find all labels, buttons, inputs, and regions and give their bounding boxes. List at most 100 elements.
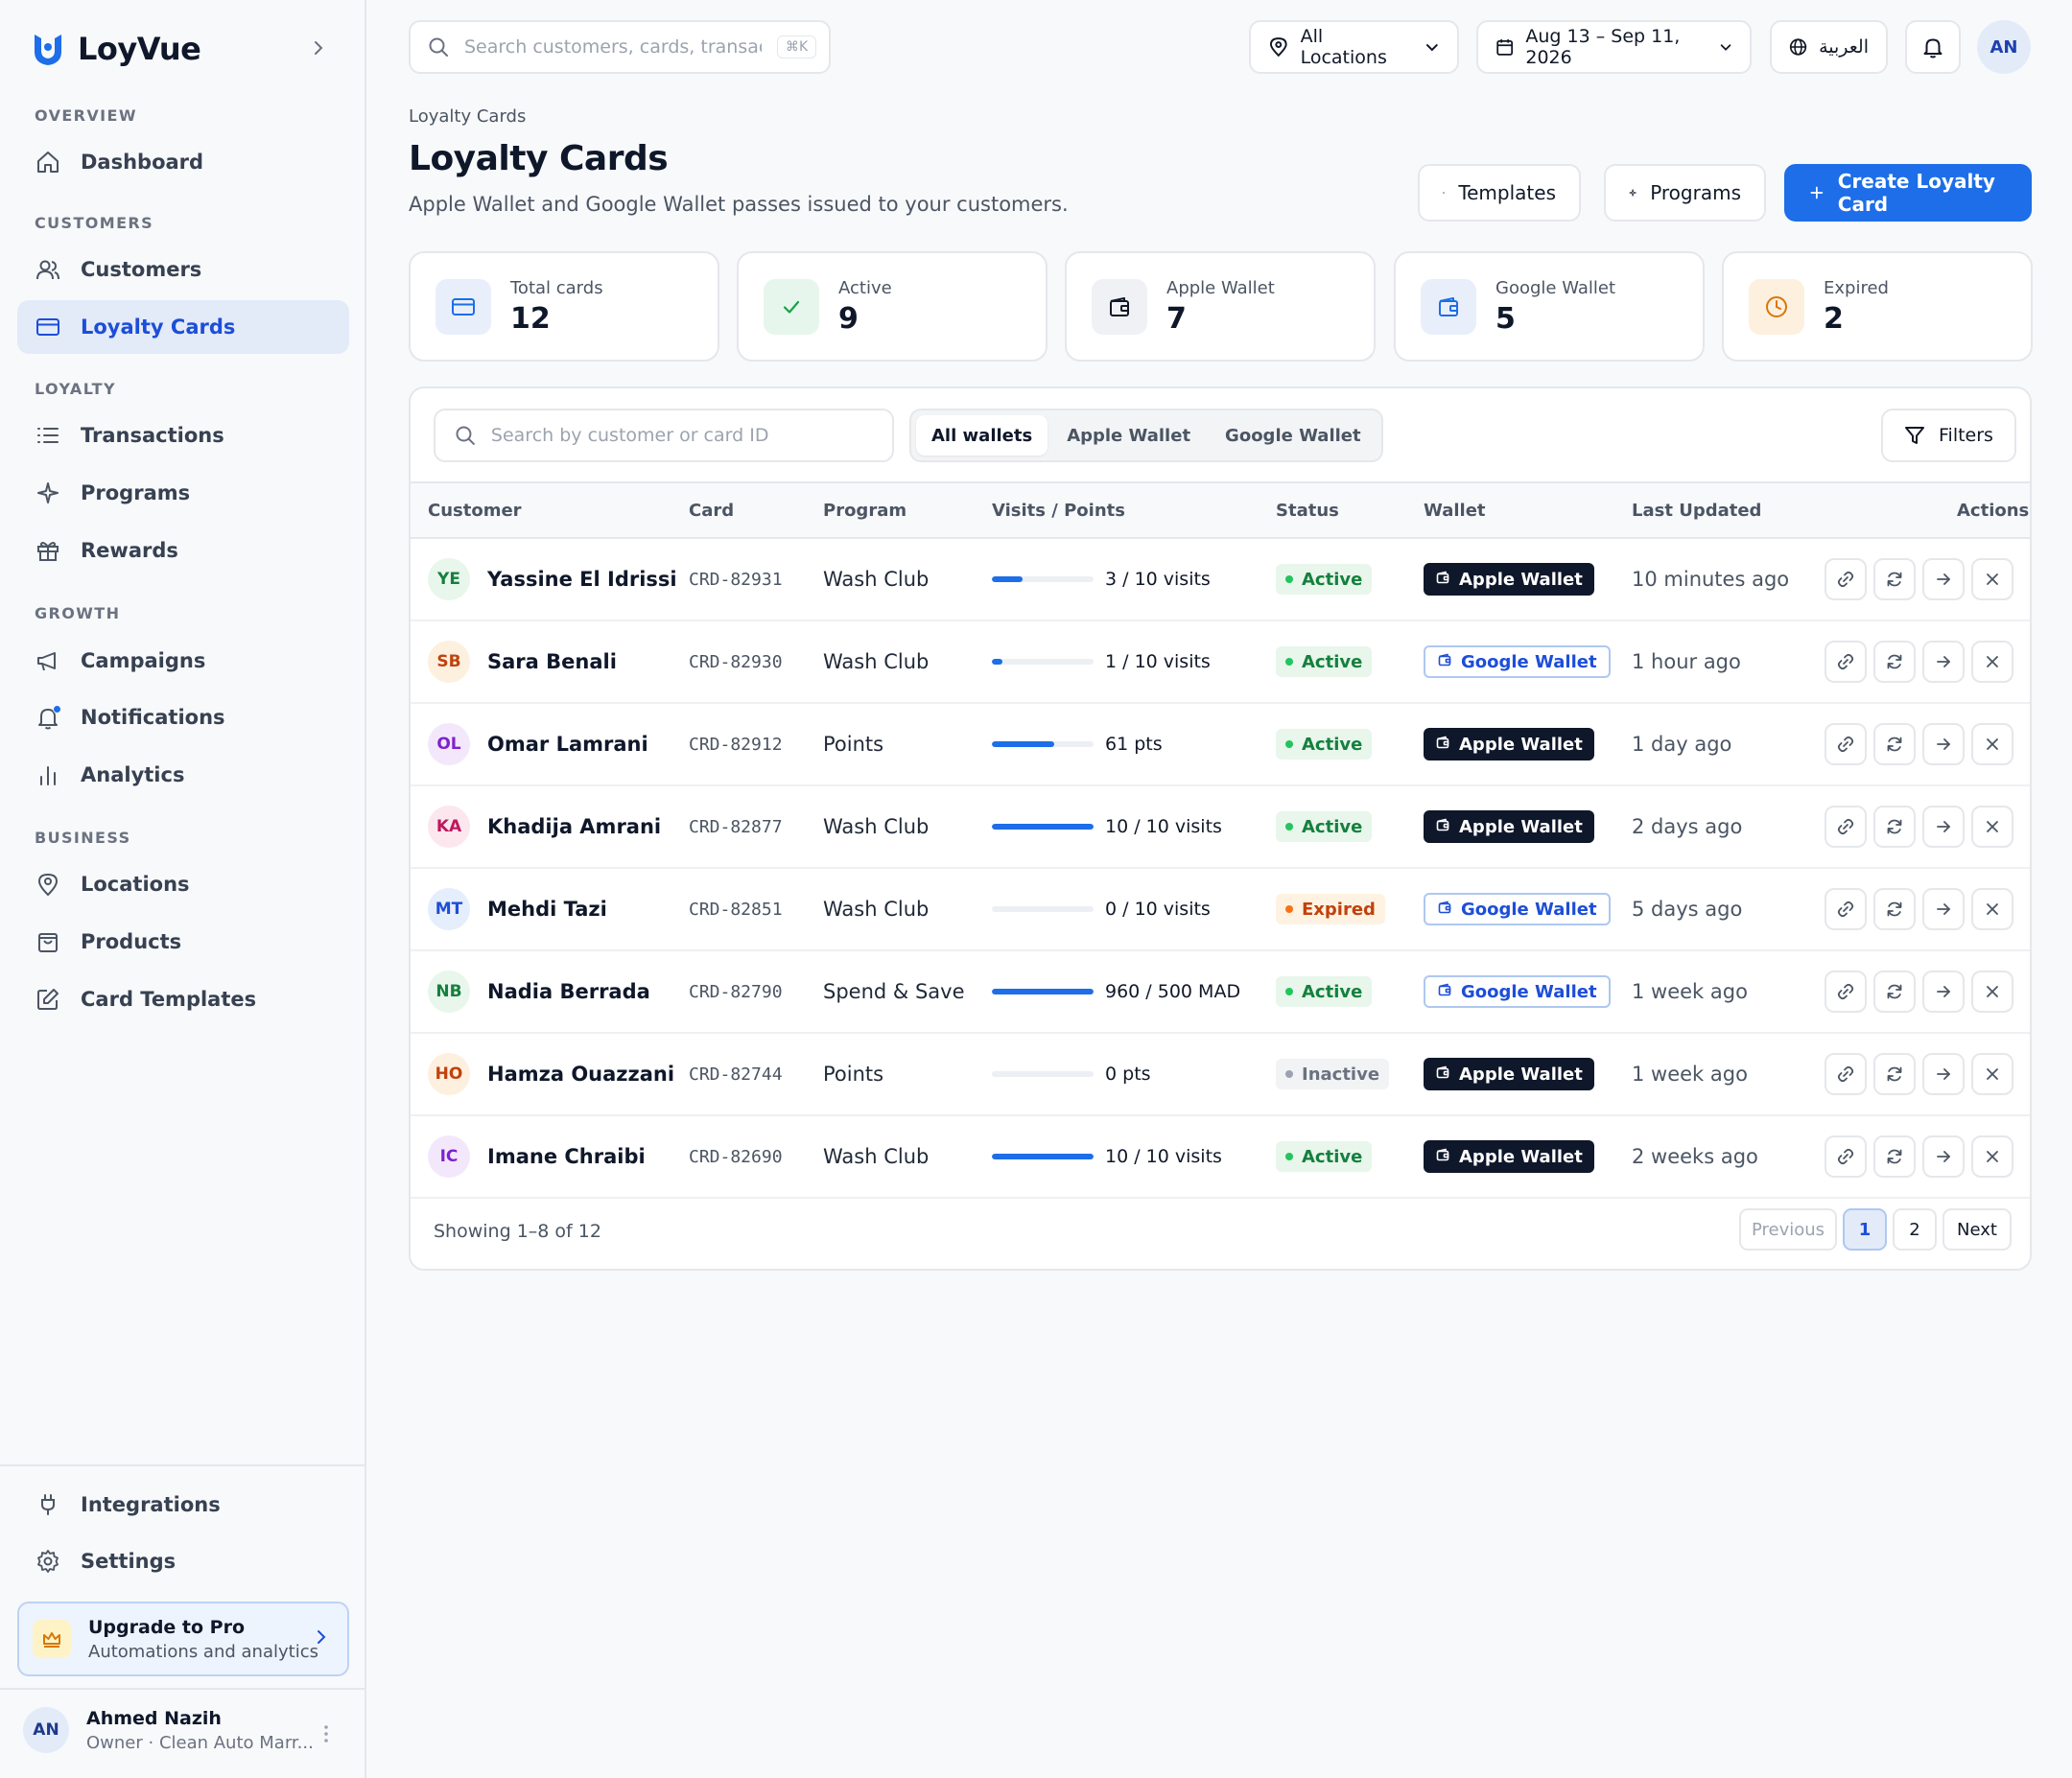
- status-label: Active: [1302, 734, 1363, 755]
- revoke-card-button[interactable]: [1971, 806, 2013, 848]
- more-vertical-icon[interactable]: [320, 1722, 332, 1745]
- revoke-card-button[interactable]: [1971, 971, 2013, 1013]
- segment-apple-wallet[interactable]: Apple Wallet: [1051, 415, 1206, 456]
- last-updated: 2 days ago: [1632, 815, 1743, 838]
- global-search[interactable]: ⌘K: [409, 20, 831, 74]
- sidebar-item-dashboard[interactable]: Dashboard: [17, 135, 349, 189]
- sidebar-item-loyalty-cards[interactable]: Loyalty Cards: [17, 300, 349, 354]
- sidebar-item-card-templates[interactable]: Card Templates: [17, 972, 349, 1026]
- copy-link-button[interactable]: [1825, 1135, 1867, 1178]
- table-row[interactable]: KA Khadija Amrani CRD-82877 Wash Club 10…: [411, 786, 2030, 869]
- global-search-input[interactable]: [464, 36, 762, 58]
- sidebar-item-notifications[interactable]: Notifications: [17, 690, 349, 744]
- customer-name[interactable]: Nadia Berrada: [487, 980, 650, 1003]
- column-customer[interactable]: Customer: [428, 501, 522, 521]
- refresh-pass-button[interactable]: [1873, 558, 1916, 600]
- column-status[interactable]: Status: [1276, 501, 1339, 521]
- revoke-card-button[interactable]: [1971, 558, 2013, 600]
- open-card-button[interactable]: [1922, 558, 1965, 600]
- table-row[interactable]: SB Sara Benali CRD-82930 Wash Club 1 / 1…: [411, 621, 2030, 704]
- gift-icon: [35, 537, 61, 564]
- customer-name[interactable]: Imane Chraibi: [487, 1145, 646, 1168]
- customer-name[interactable]: Omar Lamrani: [487, 733, 648, 756]
- copy-link-button[interactable]: [1825, 971, 1867, 1013]
- revoke-card-button[interactable]: [1971, 888, 2013, 930]
- location-select[interactable]: All Locations: [1249, 20, 1459, 74]
- revoke-card-button[interactable]: [1971, 641, 2013, 683]
- open-card-button[interactable]: [1922, 1053, 1965, 1095]
- open-card-button[interactable]: [1922, 641, 1965, 683]
- upgrade-card[interactable]: Upgrade to Pro Automations and analytics: [17, 1602, 349, 1676]
- copy-link-button[interactable]: [1825, 558, 1867, 600]
- table-row[interactable]: IC Imane Chraibi CRD-82690 Wash Club 10 …: [411, 1116, 2030, 1199]
- copy-link-button[interactable]: [1825, 806, 1867, 848]
- language-button[interactable]: العربية: [1770, 20, 1888, 74]
- brand[interactable]: LoyVue: [32, 29, 201, 69]
- open-card-button[interactable]: [1922, 971, 1965, 1013]
- sidebar-item-campaigns[interactable]: Campaigns: [17, 634, 349, 688]
- customer-name[interactable]: Sara Benali: [487, 650, 617, 673]
- table-search[interactable]: [434, 409, 894, 462]
- open-card-button[interactable]: [1922, 806, 1965, 848]
- collapse-sidebar-button[interactable]: [305, 35, 332, 61]
- user-avatar-button[interactable]: AN: [1977, 20, 2031, 74]
- date-range-select[interactable]: Aug 13 – Sep 11, 2026: [1476, 20, 1752, 74]
- sidebar-item-analytics[interactable]: Analytics: [17, 748, 349, 802]
- column-last-updated[interactable]: Last Updated: [1632, 501, 1761, 521]
- sidebar-item-locations[interactable]: Locations: [17, 857, 349, 911]
- customer-name[interactable]: Hamza Ouazzani: [487, 1063, 674, 1086]
- sidebar-item-transactions[interactable]: Transactions: [17, 409, 349, 462]
- sidebar-item-integrations[interactable]: Integrations: [17, 1478, 349, 1532]
- column-wallet[interactable]: Wallet: [1424, 501, 1486, 521]
- copy-link-button[interactable]: [1825, 641, 1867, 683]
- user-profile[interactable]: AN Ahmed Nazih Owner · Clean Auto Marr..…: [23, 1707, 314, 1753]
- sidebar-item-products[interactable]: Products: [17, 915, 349, 969]
- customer-name[interactable]: Mehdi Tazi: [487, 898, 607, 921]
- notifications-button[interactable]: [1905, 20, 1961, 74]
- revoke-card-button[interactable]: [1971, 723, 2013, 765]
- copy-link-button[interactable]: [1825, 888, 1867, 930]
- programs-button[interactable]: Programs: [1604, 164, 1766, 222]
- pagination-previous[interactable]: Previous: [1739, 1208, 1837, 1251]
- segment-google-wallet[interactable]: Google Wallet: [1210, 415, 1377, 456]
- table-search-input[interactable]: [490, 425, 892, 446]
- pagination-page-1[interactable]: 1: [1843, 1208, 1887, 1251]
- copy-link-button[interactable]: [1825, 723, 1867, 765]
- table-row[interactable]: HO Hamza Ouazzani CRD-82744 Points 0 pts…: [411, 1034, 2030, 1116]
- sidebar-item-settings[interactable]: Settings: [17, 1534, 349, 1588]
- breadcrumb[interactable]: Loyalty Cards: [409, 106, 526, 127]
- filters-button[interactable]: Filters: [1881, 409, 2016, 462]
- table-row[interactable]: OL Omar Lamrani CRD-82912 Points 61 pts …: [411, 704, 2030, 786]
- customer-name[interactable]: Yassine El Idrissi: [487, 568, 677, 591]
- open-card-button[interactable]: [1922, 1135, 1965, 1178]
- column-card[interactable]: Card: [689, 501, 734, 521]
- refresh-pass-button[interactable]: [1873, 806, 1916, 848]
- sidebar-item-customers[interactable]: Customers: [17, 243, 349, 296]
- table-row[interactable]: NB Nadia Berrada CRD-82790 Spend & Save …: [411, 951, 2030, 1034]
- pagination-page-2[interactable]: 2: [1893, 1208, 1937, 1251]
- refresh-pass-button[interactable]: [1873, 723, 1916, 765]
- column-program[interactable]: Program: [823, 501, 906, 521]
- open-card-button[interactable]: [1922, 723, 1965, 765]
- revoke-card-button[interactable]: [1971, 1135, 2013, 1178]
- copy-link-button[interactable]: [1825, 1053, 1867, 1095]
- refresh-icon: [1885, 1147, 1904, 1166]
- segment-all-wallets[interactable]: All wallets: [916, 415, 1048, 456]
- customer-name[interactable]: Khadija Amrani: [487, 815, 661, 838]
- visits-value: 10 / 10 visits: [1105, 1146, 1222, 1167]
- create-loyalty-card-button[interactable]: Create Loyalty Card: [1784, 164, 2032, 222]
- table-row[interactable]: MT Mehdi Tazi CRD-82851 Wash Club 0 / 10…: [411, 869, 2030, 951]
- revoke-card-button[interactable]: [1971, 1053, 2013, 1095]
- column-visits-points[interactable]: Visits / Points: [992, 501, 1125, 521]
- sidebar-item-rewards[interactable]: Rewards: [17, 524, 349, 577]
- refresh-pass-button[interactable]: [1873, 1135, 1916, 1178]
- refresh-pass-button[interactable]: [1873, 1053, 1916, 1095]
- refresh-pass-button[interactable]: [1873, 888, 1916, 930]
- table-row[interactable]: YE Yassine El Idrissi CRD-82931 Wash Clu…: [411, 539, 2030, 621]
- sidebar-item-programs[interactable]: Programs: [17, 466, 349, 520]
- pagination-next[interactable]: Next: [1942, 1208, 2012, 1251]
- refresh-pass-button[interactable]: [1873, 971, 1916, 1013]
- refresh-pass-button[interactable]: [1873, 641, 1916, 683]
- open-card-button[interactable]: [1922, 888, 1965, 930]
- templates-button[interactable]: Templates: [1418, 164, 1581, 222]
